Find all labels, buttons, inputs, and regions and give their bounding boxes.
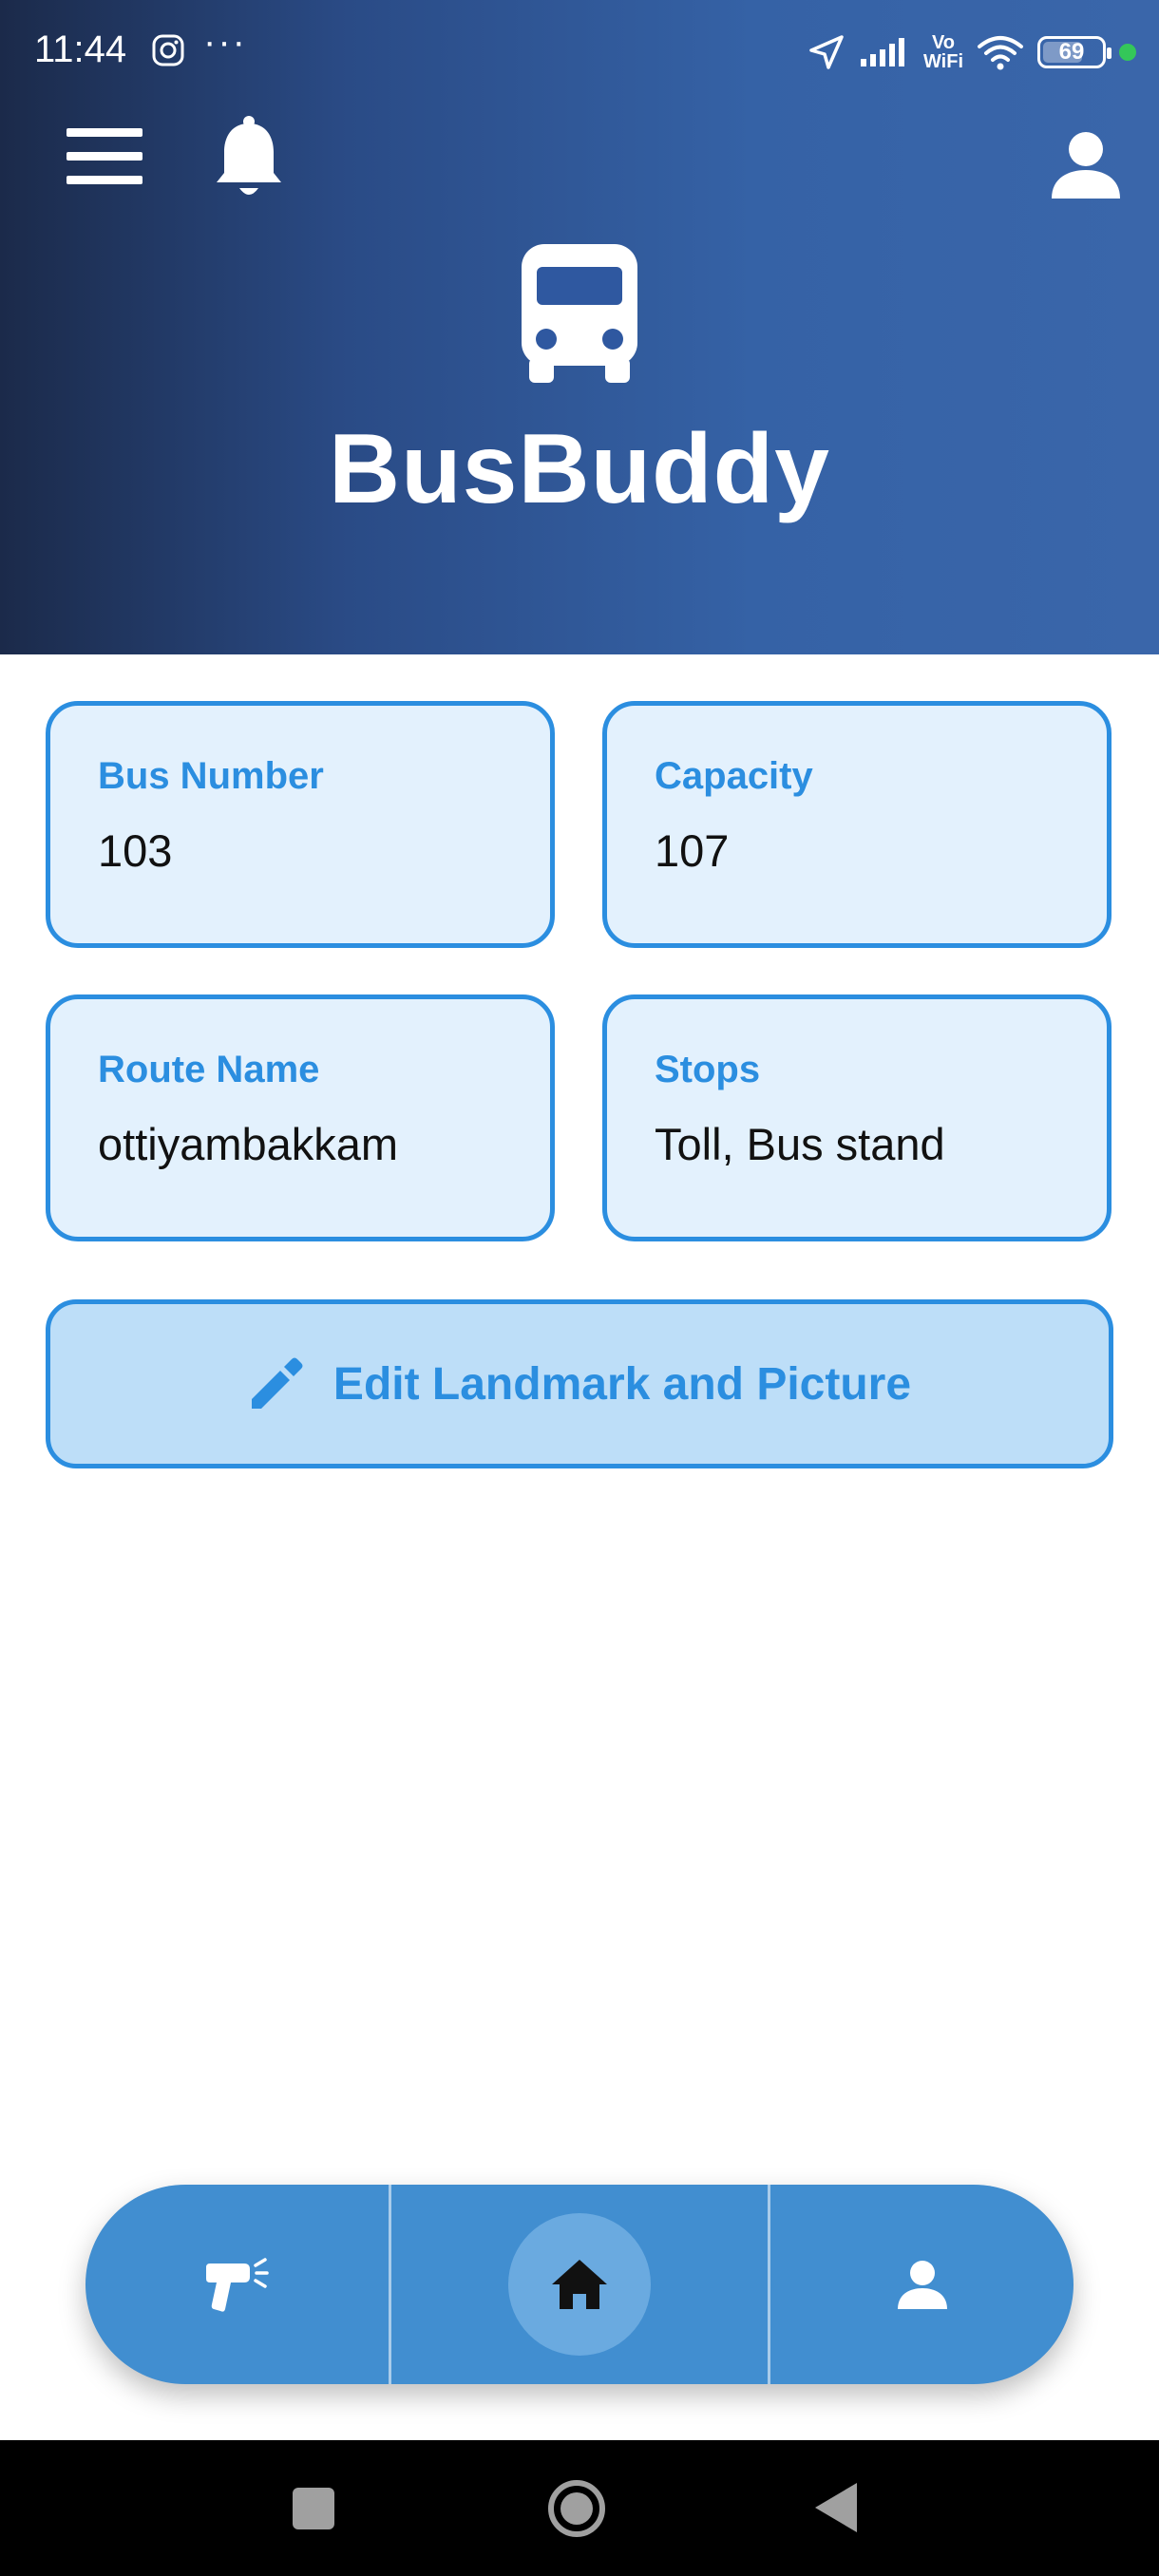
bus-icon: [522, 244, 637, 383]
card-label: Route Name: [98, 1049, 320, 1090]
vowifi-bottom: WiFi: [922, 51, 963, 72]
card-label: Stops: [655, 1049, 761, 1090]
location-arrow-icon: [809, 35, 844, 69]
stops-card: Stops Toll, Bus stand: [602, 994, 1112, 1241]
card-label: Bus Number: [98, 755, 324, 797]
nav-item-profile[interactable]: [770, 2185, 1074, 2384]
status-icons: Vo WiFi 69: [808, 28, 1136, 76]
instagram-icon: [152, 34, 184, 66]
recents-icon[interactable]: [293, 2488, 334, 2529]
menu-icon: [66, 152, 142, 161]
menu-icon: [66, 128, 142, 137]
edit-landmark-button[interactable]: Edit Landmark and Picture: [46, 1299, 1113, 1468]
vowifi-indicator: Vo WiFi: [923, 33, 963, 71]
app-title: BusBuddy: [329, 414, 830, 524]
bottom-navigation: [86, 2185, 1074, 2384]
menu-icon: [66, 176, 142, 184]
app-header: 11:44 ··· Vo WiFi 69 BusBuddy: [0, 0, 1159, 654]
status-bar: 11:44 ··· Vo WiFi 69: [0, 0, 1159, 104]
scanner-gun-icon: [205, 2258, 269, 2312]
card-value: 103: [98, 825, 173, 876]
nav-item-home[interactable]: [391, 2185, 768, 2384]
back-icon[interactable]: [815, 2483, 857, 2532]
battery-icon: 69: [1037, 36, 1112, 68]
card-value: Toll, Bus stand: [655, 1119, 945, 1169]
signal-icon: [860, 38, 904, 66]
active-tab-indicator: [508, 2213, 651, 2356]
more-notifications-indicator: ···: [203, 21, 247, 63]
card-value: ottiyambakkam: [98, 1119, 399, 1169]
battery-tip: [1107, 47, 1112, 59]
person-icon[interactable]: [1050, 128, 1122, 200]
capacity-card: Capacity 107: [602, 701, 1112, 948]
home-circle-icon[interactable]: [547, 2479, 606, 2538]
battery-level: 69: [1058, 39, 1085, 65]
person-icon: [897, 2261, 947, 2309]
wifi-icon: [978, 36, 1023, 70]
card-label: Capacity: [655, 755, 813, 797]
menu-button[interactable]: [66, 128, 142, 185]
route-name-card: Route Name ottiyambakkam: [46, 994, 555, 1241]
edit-button-label: Edit Landmark and Picture: [332, 1358, 912, 1410]
system-navigation-bar: [0, 2440, 1159, 2576]
nav-item-scan[interactable]: [86, 2185, 389, 2384]
privacy-dot: [1119, 44, 1136, 61]
card-value: 107: [655, 825, 730, 876]
bus-number-card: Bus Number 103: [46, 701, 555, 948]
bell-icon[interactable]: [211, 114, 287, 201]
pencil-icon: [251, 1357, 303, 1409]
vowifi-top: Vo: [931, 32, 956, 53]
home-icon: [552, 2260, 607, 2309]
status-time: 11:44: [34, 28, 127, 70]
